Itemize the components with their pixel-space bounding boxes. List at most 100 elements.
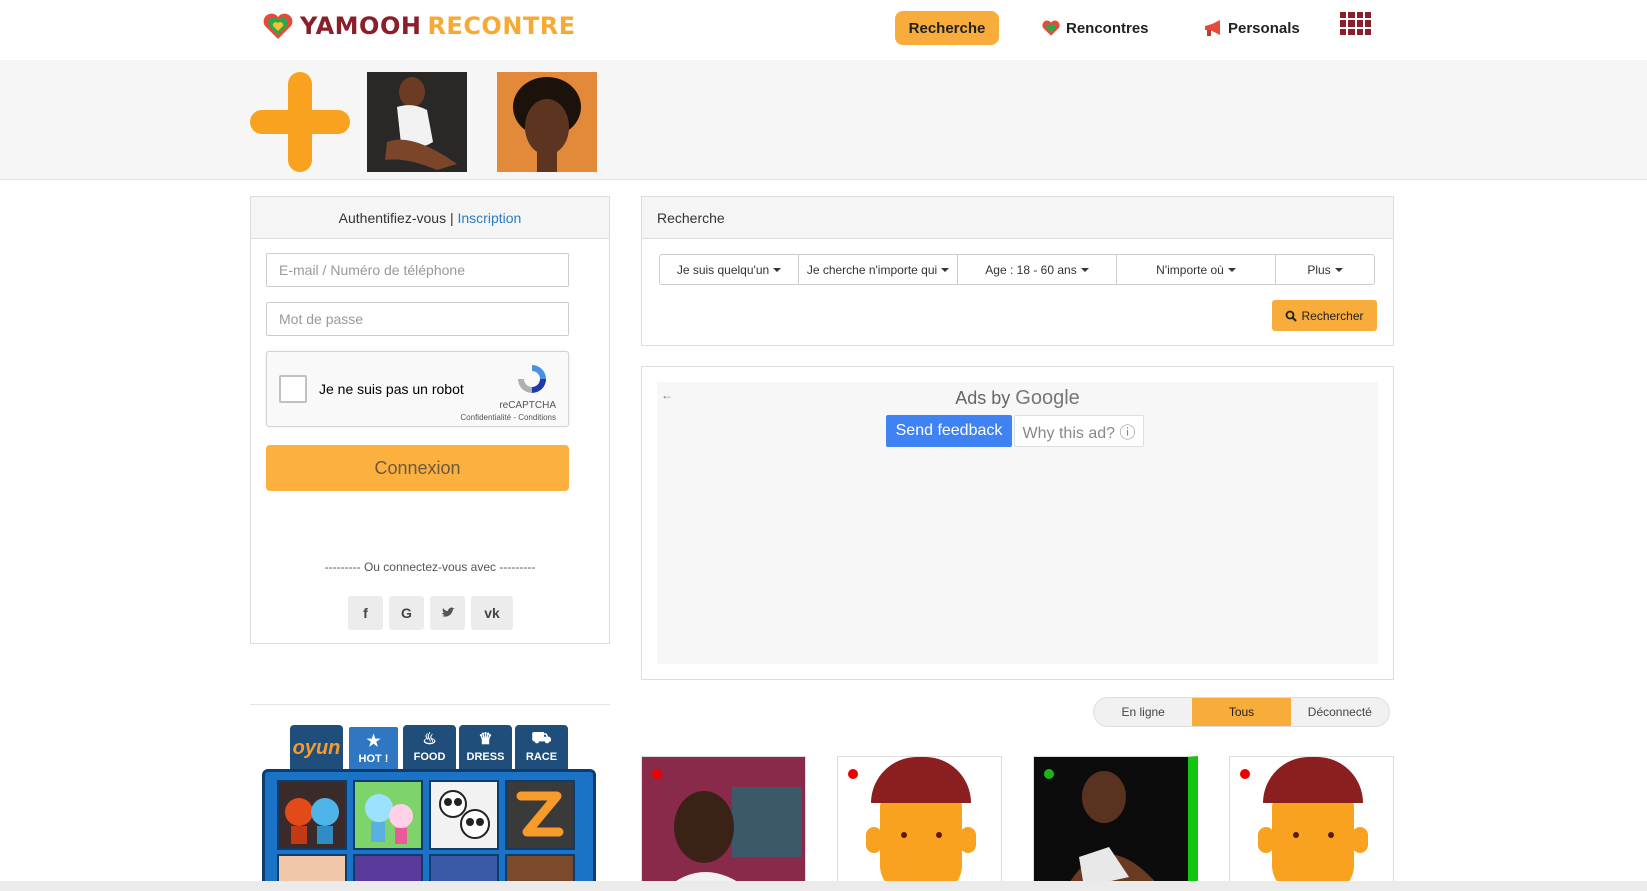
email-field[interactable]: E-mail / Numéro de téléphone	[266, 253, 569, 287]
car-icon: ⛟	[531, 730, 552, 747]
facebook-login-button[interactable]: f	[348, 596, 383, 630]
games-widget: oyun ★ HOT ! ♨ FOOD ♛ DRESS ⛟ RACE	[262, 725, 596, 891]
game-thumbnail[interactable]	[429, 780, 499, 850]
login-panel-header: Authentifiez-vous | Inscription	[251, 197, 609, 239]
twitter-login-button[interactable]	[430, 596, 465, 630]
recaptcha-label: Je ne suis pas un robot	[319, 381, 464, 397]
avatar-placeholder-face	[880, 795, 962, 890]
filter-age-dropdown[interactable]: Age : 18 - 60 ans	[957, 254, 1117, 285]
filter-more-dropdown[interactable]: Plus	[1275, 254, 1375, 285]
profile-photo	[497, 72, 597, 172]
profile-card[interactable]	[837, 756, 1002, 891]
games-tab-oyun[interactable]: oyun	[290, 725, 343, 771]
game-thumbnail[interactable]	[353, 780, 423, 850]
ads-by-google: Ads by Google	[657, 387, 1378, 410]
game-fire-water-image	[285, 798, 339, 844]
toggle-online[interactable]: En ligne	[1094, 698, 1192, 726]
login-separator: |	[449, 209, 454, 226]
search-panel: Recherche Je suis quelqu'un Je cherche n…	[641, 196, 1394, 346]
recaptcha-terms-link[interactable]: Confidentialité - Conditions	[460, 413, 556, 422]
profile-card[interactable]	[1033, 756, 1198, 891]
or-connect-divider: --------- Ou connectez-vous avec -------…	[324, 560, 536, 574]
avatar-placeholder-eye	[1328, 832, 1334, 838]
games-tab-dress-label: DRESS	[466, 751, 505, 763]
chevron-down-icon	[1334, 267, 1343, 272]
status-offline-dot	[1240, 769, 1250, 779]
filter-gender-dropdown[interactable]: Je suis quelqu'un	[659, 254, 799, 285]
divider	[250, 704, 610, 705]
brand-name-part2: RECONTRE	[427, 12, 576, 40]
facebook-icon: f	[363, 605, 368, 621]
avatar-placeholder-ear	[960, 827, 976, 853]
game-cartoon-image	[365, 794, 413, 844]
heart-icon	[1042, 20, 1060, 36]
games-tab-dress[interactable]: ♛ DRESS	[459, 725, 512, 771]
avatar-placeholder-hair	[871, 757, 971, 803]
connexion-button[interactable]: Connexion	[266, 445, 569, 491]
search-title: Recherche	[657, 209, 725, 226]
dress-icon: ♛	[478, 731, 493, 748]
profile-photo	[367, 72, 467, 172]
send-feedback-button[interactable]: Send feedback	[886, 415, 1012, 447]
search-panel-header: Recherche	[642, 197, 1393, 239]
search-icon	[1286, 310, 1298, 322]
game-thumbnail[interactable]	[277, 780, 347, 850]
chevron-down-icon	[1080, 267, 1089, 272]
chevron-down-icon	[941, 267, 950, 272]
nav-personals-link[interactable]: Personals	[1203, 16, 1300, 40]
brand-name-part1: YAMOOH	[300, 12, 422, 40]
megaphone-icon	[1205, 20, 1220, 36]
brand-name: YAMOOH RECONTRE	[300, 12, 576, 40]
social-login-buttons: f G vk	[348, 596, 513, 630]
heart-logo-icon	[263, 13, 293, 39]
filter-seeking-label: Je cherche n'importe qui	[806, 262, 938, 277]
game-snake-image	[516, 791, 564, 837]
profile-card[interactable]	[641, 756, 806, 891]
status-online-dot	[1044, 769, 1054, 779]
filter-gender-label: Je suis quelqu'un	[676, 262, 770, 277]
recaptcha-checkbox[interactable]	[279, 375, 307, 403]
toggle-offline[interactable]: Déconnecté	[1291, 698, 1389, 726]
filter-seeking-dropdown[interactable]: Je cherche n'importe qui	[798, 254, 958, 285]
toggle-all[interactable]: Tous	[1192, 698, 1291, 726]
games-tab-hot-label: HOT !	[358, 753, 389, 765]
nav-personals-label: Personals	[1228, 19, 1300, 37]
login-title: Authentifiez-vous	[338, 209, 447, 226]
recaptcha-brand: reCAPTCHA	[499, 400, 556, 411]
recaptcha-widget: Je ne suis pas un robot reCAPTCHA Confid…	[266, 351, 569, 427]
apps-grid-icon[interactable]	[1340, 12, 1371, 35]
profile-thumbnail[interactable]	[367, 72, 467, 172]
why-this-ad-button[interactable]: Why this ad? ⓘ	[1014, 415, 1144, 447]
games-tab-race-label: RACE	[525, 751, 558, 763]
avatar-placeholder-hair	[1263, 757, 1363, 803]
vk-login-button[interactable]: vk	[471, 596, 513, 630]
status-offline-dot	[848, 769, 858, 779]
game-thumbnail[interactable]	[505, 780, 575, 850]
nav-recherche-button[interactable]: Recherche	[895, 11, 999, 45]
filter-location-dropdown[interactable]: N'importe où	[1116, 254, 1276, 285]
profile-card[interactable]	[1229, 756, 1394, 891]
horizontal-scrollbar[interactable]	[0, 881, 1647, 891]
header: YAMOOH RECONTRE Recherche Rencontres Pers…	[0, 0, 1647, 60]
signup-link[interactable]: Inscription	[458, 210, 522, 226]
password-field[interactable]: Mot de passe	[266, 302, 569, 336]
games-tab-food[interactable]: ♨ FOOD	[403, 725, 456, 771]
rechercher-button[interactable]: Rechercher	[1272, 300, 1377, 331]
twitter-icon	[441, 607, 455, 617]
vk-icon: vk	[484, 605, 500, 621]
profile-strip	[0, 60, 1647, 180]
avatar-placeholder-eye	[936, 832, 942, 838]
nav-rencontres-link[interactable]: Rencontres	[1041, 16, 1149, 40]
google-login-button[interactable]: G	[389, 596, 424, 630]
games-tab-race[interactable]: ⛟ RACE	[515, 725, 568, 771]
profile-thumbnail[interactable]	[497, 72, 597, 172]
games-tab-hot[interactable]: ★ HOT !	[347, 725, 400, 771]
logo[interactable]: YAMOOH RECONTRE	[262, 8, 576, 44]
ad-panel: ← Ads by Google Send feedback Why this a…	[641, 366, 1394, 680]
login-panel: Authentifiez-vous | Inscription E-mail /…	[250, 196, 610, 644]
add-profile-plus-icon[interactable]	[250, 72, 350, 172]
games-tab-food-label: FOOD	[413, 751, 446, 763]
ad-area: ← Ads by Google Send feedback Why this a…	[657, 382, 1378, 664]
ads-by-label: Ads by	[955, 388, 1011, 408]
chevron-down-icon	[1227, 267, 1236, 272]
